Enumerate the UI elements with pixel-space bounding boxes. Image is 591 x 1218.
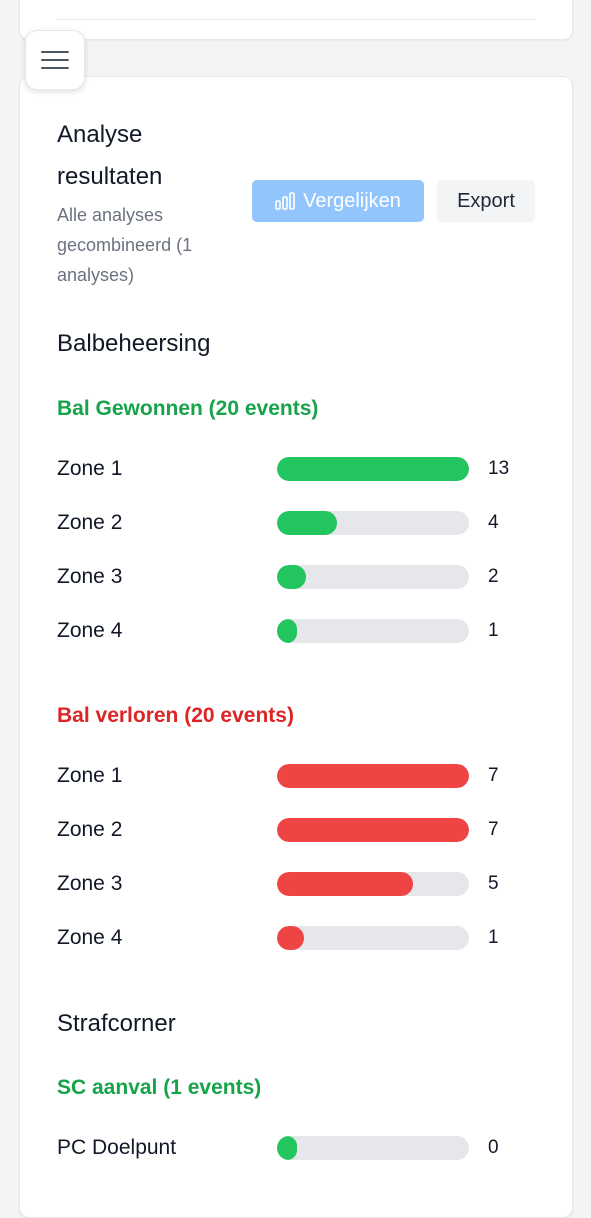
previous-card-field [56,18,536,20]
row-label: Zone 3 [57,565,123,588]
section-title-strafcorner: Strafcorner [57,1010,176,1037]
previous-card [19,0,573,40]
row-label: Zone 2 [57,818,123,841]
progress-bar-fill [277,926,304,950]
row-label: PC Doelpunt [57,1136,177,1159]
group-title-bal-gewonnen: Bal Gewonnen (20 events) [57,397,319,420]
progress-bar [277,565,469,589]
progress-bar-fill [277,457,469,481]
menu-button[interactable] [25,30,85,90]
row-value: 13 [488,458,510,479]
progress-bar-fill [277,619,297,643]
export-button[interactable]: Export [437,180,535,222]
row-label: Zone 2 [57,511,123,534]
row-label: Zone 1 [57,457,123,480]
row-value: 1 [488,927,499,948]
page-title: Analyse resultaten [57,121,163,190]
compare-button[interactable]: Vergelijken [252,180,424,222]
progress-bar-fill [277,872,414,896]
progress-bar [277,818,469,842]
group-title-sc-aanval: SC aanval (1 events) [57,1076,262,1099]
progress-bar-fill [277,565,306,589]
progress-bar [277,619,469,643]
row-value: 0 [488,1137,499,1158]
progress-bar [277,511,469,535]
progress-bar [277,1136,469,1160]
progress-bar-fill [277,1136,297,1160]
bar-chart-icon [275,192,295,210]
row-value: 4 [488,512,499,533]
progress-bar [277,457,469,481]
progress-bar-fill [277,511,337,535]
progress-bar [277,764,469,788]
row-label: Zone 4 [57,619,123,642]
page-subtitle: Alle analyses gecombineerd (1 analyses) [57,205,193,285]
group-title-bal-verloren: Bal verloren (20 events) [57,704,294,727]
row-value: 2 [488,566,499,587]
progress-bar [277,926,469,950]
row-value: 1 [488,620,499,641]
row-label: Zone 1 [57,764,123,787]
row-value: 5 [488,873,499,894]
progress-bar-fill [277,764,469,788]
progress-bar-fill [277,818,469,842]
row-value: 7 [488,765,499,786]
analysis-results-card: Analyse resultaten Alle analyses gecombi… [19,76,573,1218]
row-value: 7 [488,819,499,840]
row-label: Zone 3 [57,872,123,895]
row-label: Zone 4 [57,926,123,949]
progress-bar [277,872,469,896]
compare-button-label: Vergelijken [303,189,401,212]
section-title-balbeheersing: Balbeheersing [57,330,211,357]
hamburger-menu-icon [41,51,69,69]
